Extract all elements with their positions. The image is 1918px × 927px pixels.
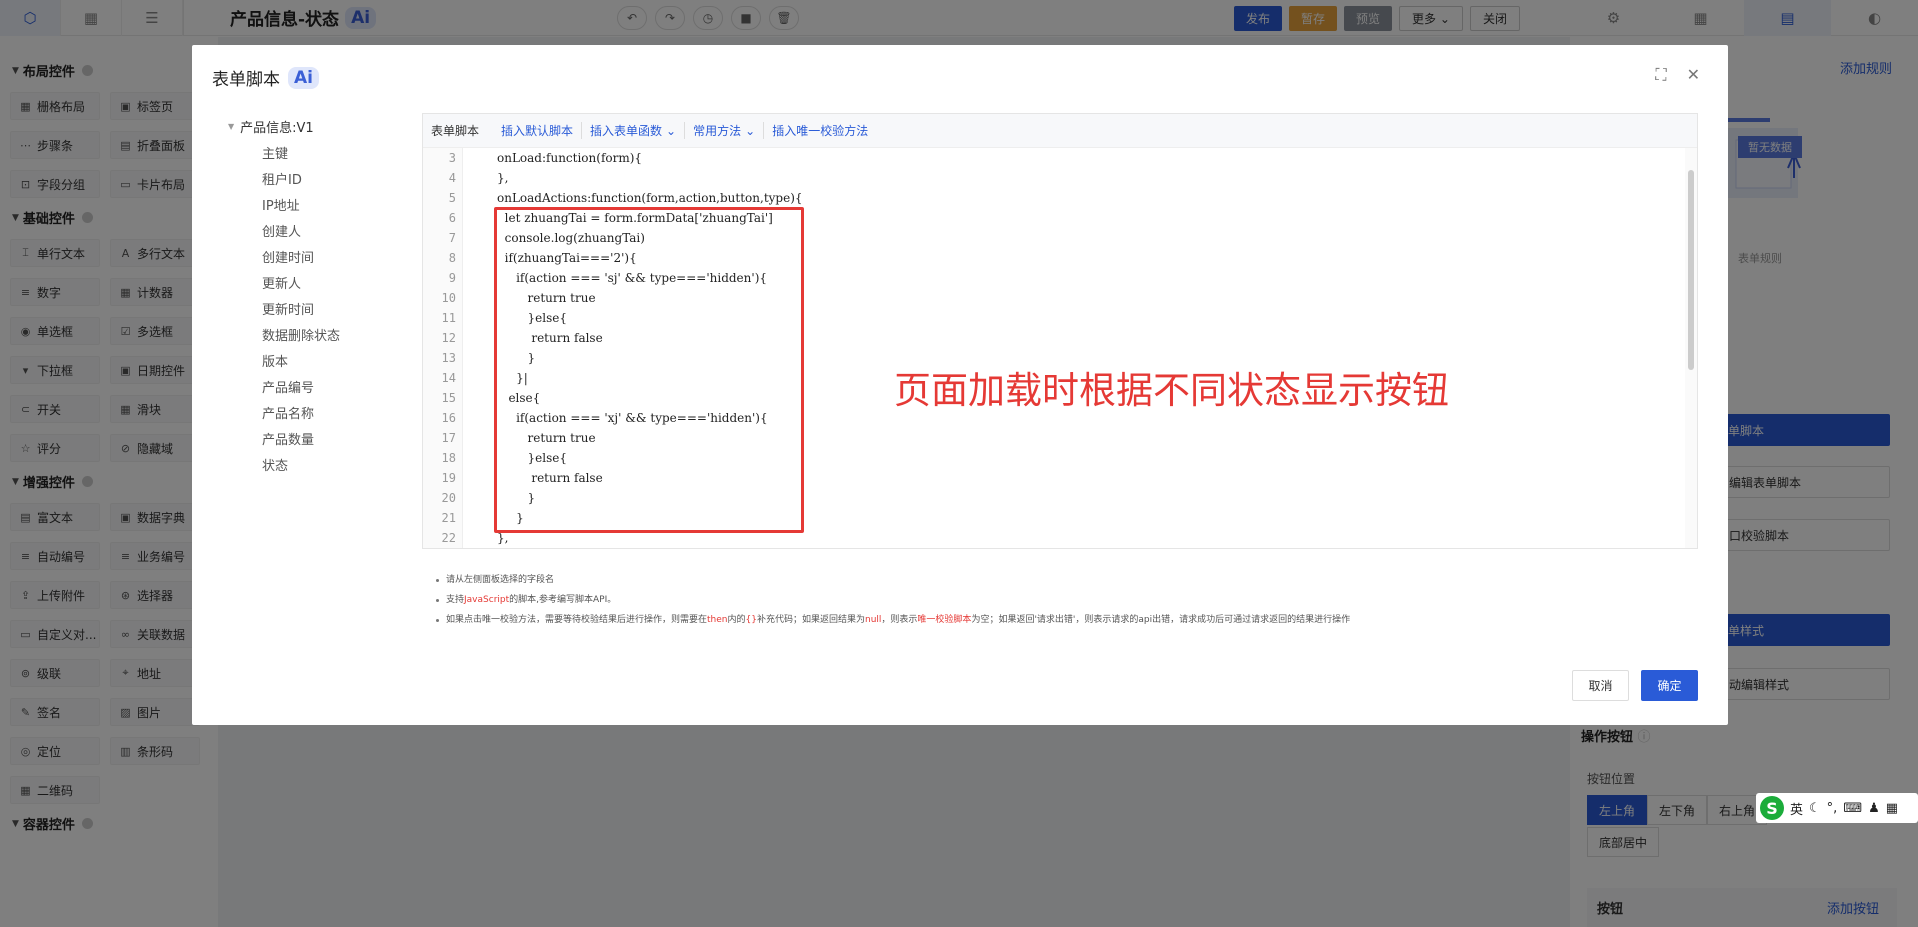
annotation-text: 页面加载时根据不同状态显示按钮	[894, 369, 1449, 412]
tree-node[interactable]: 状态	[228, 454, 408, 480]
line-number: 15	[441, 391, 456, 405]
line-number: 19	[441, 471, 456, 485]
line-number: 7	[448, 231, 456, 245]
field-tree: ▼ 产品信息:V1 主键 租户ID IP地址 创建人 创建时间 更新人 更新时间 …	[228, 117, 408, 480]
chevron-down-icon: ⌄	[666, 123, 677, 138]
tree-node[interactable]: IP地址	[228, 194, 408, 220]
code-line[interactable]: onLoad:function(form){	[463, 148, 1683, 168]
confirm-button[interactable]: 确定	[1641, 670, 1698, 701]
line-number: 10	[441, 291, 456, 305]
line-gutter: 3 4 5 6 7 8 9 10 11 12 13 14 15 16 17 18 19 20 21 22	[423, 148, 463, 548]
line-number: 11	[441, 311, 456, 325]
tree-node[interactable]: 数据删除状态	[228, 324, 408, 350]
user-icon[interactable]: ♟	[1868, 801, 1880, 816]
line-number: 4	[448, 171, 456, 185]
tree-node[interactable]: 创建人	[228, 220, 408, 246]
fullscreen-icon[interactable]: ⛶	[1655, 65, 1666, 85]
insert-unique-validation-button[interactable]: 插入唯一校验方法	[764, 122, 876, 139]
line-number: 21	[441, 511, 456, 525]
dialog-title: 表单脚本 Ai	[212, 65, 319, 90]
tip-item: 支持JavaScript的脚本,参考编写脚本API。	[434, 590, 1350, 610]
ai-badge[interactable]: Ai	[288, 66, 319, 89]
chevron-down-icon: ⌄	[745, 123, 756, 138]
line-number: 12	[441, 331, 456, 345]
tip-item: 如果点击唯一校验方法，需要等待校验结果后进行操作，则需要在then内的{}补充代…	[434, 610, 1350, 630]
tree-node[interactable]: 租户ID	[228, 168, 408, 194]
help-tips: 请从左侧面板选择的字段名 支持JavaScript的脚本,参考编写脚本API。 …	[434, 570, 1350, 630]
line-number: 17	[441, 431, 456, 445]
cancel-button[interactable]: 取消	[1572, 670, 1629, 701]
line-number: 14	[441, 371, 456, 385]
common-methods-dropdown[interactable]: 常用方法 ⌄	[685, 122, 765, 139]
scrollbar-thumb[interactable]	[1688, 170, 1694, 370]
line-number: 22	[441, 531, 456, 545]
line-number: 9	[448, 271, 456, 285]
sogou-logo-icon[interactable]: S	[1760, 796, 1784, 820]
code-line[interactable]: },	[463, 168, 1683, 188]
caret-down-icon: ▼	[228, 122, 235, 131]
editor-scrollbar[interactable]	[1685, 148, 1697, 548]
ime-lang-toggle[interactable]: 英	[1790, 799, 1803, 818]
line-number: 5	[448, 191, 456, 205]
ime-toolbar: S 英 ☾ °, ⌨ ♟ ▦	[1756, 793, 1918, 823]
form-script-dialog: 表单脚本 Ai ⛶ ✕ ▼ 产品信息:V1 主键 租户ID IP地址 创建人 创建…	[192, 45, 1728, 725]
punctuation-icon[interactable]: °,	[1827, 801, 1838, 816]
dialog-footer: 取消 确定	[1572, 670, 1698, 701]
menu-grid-icon[interactable]: ▦	[1886, 801, 1898, 816]
line-number: 8	[448, 251, 456, 265]
tip-item: 请从左侧面板选择的字段名	[434, 570, 1350, 590]
tree-node[interactable]: 更新时间	[228, 298, 408, 324]
highlight-box	[494, 207, 804, 533]
dialog-header-actions: ⛶ ✕	[1655, 65, 1700, 85]
code-line[interactable]: onLoadActions:function(form,action,butto…	[463, 188, 1683, 208]
editor-label: 表单脚本	[431, 124, 480, 138]
insert-default-script-button[interactable]: 插入默认脚本	[493, 122, 583, 139]
line-number: 18	[441, 451, 456, 465]
tree-node[interactable]: 版本	[228, 350, 408, 376]
tree-root[interactable]: ▼ 产品信息:V1	[228, 117, 408, 136]
line-number: 20	[441, 491, 456, 505]
tree-node[interactable]: 产品名称	[228, 402, 408, 428]
insert-form-function-dropdown[interactable]: 插入表单函数 ⌄	[582, 122, 686, 139]
line-number: 16	[441, 411, 456, 425]
keyboard-icon[interactable]: ⌨	[1843, 801, 1862, 816]
editor-toolbar: 表单脚本 插入默认脚本 插入表单函数 ⌄ 常用方法 ⌄ 插入唯一校验方法	[423, 114, 1697, 148]
line-number: 6	[448, 211, 456, 225]
moon-icon[interactable]: ☾	[1809, 801, 1821, 816]
tree-node[interactable]: 主键	[228, 142, 408, 168]
tree-node[interactable]: 产品数量	[228, 428, 408, 454]
line-number: 13	[441, 351, 456, 365]
tree-node[interactable]: 更新人	[228, 272, 408, 298]
tree-node[interactable]: 产品编号	[228, 376, 408, 402]
line-number: 3	[448, 151, 456, 165]
tree-node[interactable]: 创建时间	[228, 246, 408, 272]
close-icon[interactable]: ✕	[1687, 65, 1700, 85]
